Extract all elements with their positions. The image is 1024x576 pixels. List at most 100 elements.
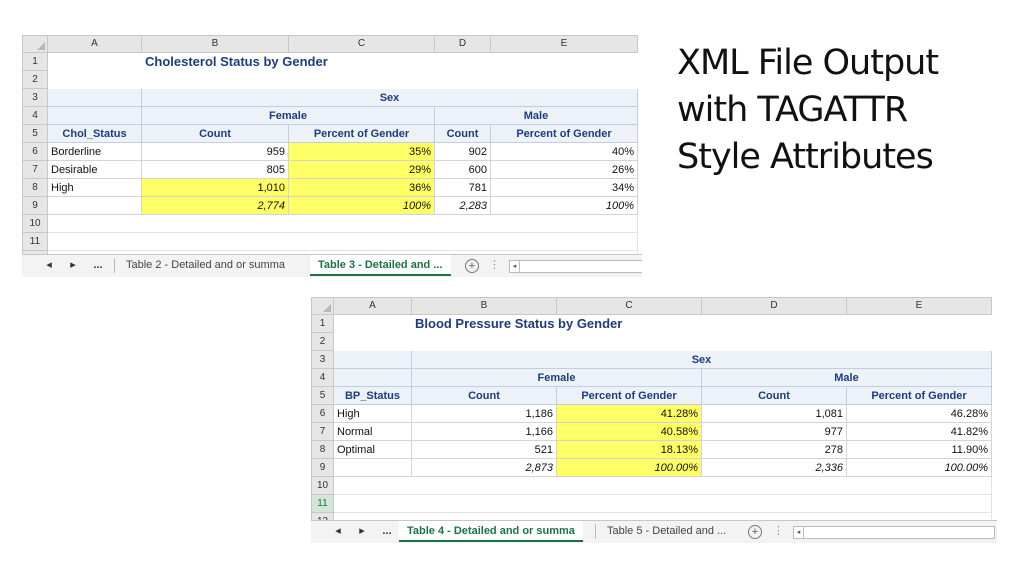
status-cell[interactable] [47,196,142,215]
column-header-c[interactable]: C [556,297,702,315]
more-sheets-button[interactable]: ... [88,255,108,276]
header-male[interactable]: Male [701,368,992,387]
horizontal-scrollbar[interactable]: ◂ [509,260,642,273]
status-cell[interactable]: Borderline [47,142,142,161]
row-header[interactable]: 9 [311,458,334,477]
female-total-pct[interactable]: 100% [288,196,435,215]
add-sheet-icon[interactable]: + [465,259,479,273]
tab-table-4[interactable]: Table 4 - Detailed and or summa [399,521,583,542]
row-header[interactable]: 8 [311,440,334,459]
row-header[interactable]: 2 [22,70,48,89]
male-count-cell[interactable]: 1,081 [701,404,847,423]
select-all-corner[interactable] [311,297,334,315]
column-header-a[interactable]: A [333,297,412,315]
male-total-pct[interactable]: 100.00% [846,458,992,477]
header-female-pct[interactable]: Percent of Gender [288,124,435,143]
male-pct-cell[interactable]: 41.82% [846,422,992,441]
header-cell[interactable] [47,88,142,107]
male-count-cell[interactable]: 977 [701,422,847,441]
cell[interactable] [333,494,992,513]
female-count-cell[interactable]: 805 [141,160,289,179]
column-header-c[interactable]: C [288,35,435,53]
female-pct-cell[interactable]: 36% [288,178,435,197]
cell[interactable] [47,214,638,233]
row-header[interactable]: 8 [22,178,48,197]
female-total-count[interactable]: 2,774 [141,196,289,215]
row-header[interactable]: 6 [22,142,48,161]
header-male-count[interactable]: Count [434,124,491,143]
female-pct-cell[interactable]: 40.58% [556,422,702,441]
header-female-pct[interactable]: Percent of Gender [556,386,702,405]
row-header[interactable]: 7 [22,160,48,179]
next-sheet-icon[interactable]: ▸ [66,255,80,276]
prev-sheet-icon[interactable]: ◂ [42,255,56,276]
male-total-count[interactable]: 2,283 [434,196,491,215]
header-status[interactable]: Chol_Status [47,124,142,143]
cell[interactable] [334,333,992,351]
female-pct-cell[interactable]: 35% [288,142,435,161]
cell[interactable] [47,232,638,251]
row-header[interactable]: 11 [22,232,48,251]
female-count-cell[interactable]: 1,166 [411,422,557,441]
table-title[interactable]: Blood Pressure Status by Gender [412,315,847,333]
status-cell[interactable]: Normal [333,422,412,441]
status-cell[interactable] [333,458,412,477]
female-pct-cell[interactable]: 18.13% [556,440,702,459]
row-header[interactable]: 1 [311,314,334,333]
header-female-count[interactable]: Count [141,124,289,143]
male-total-count[interactable]: 2,336 [701,458,847,477]
header-male[interactable]: Male [434,106,638,125]
select-all-corner[interactable] [22,35,48,53]
row-header[interactable]: 4 [22,106,48,125]
status-cell[interactable]: Desirable [47,160,142,179]
header-cell[interactable] [47,106,142,125]
status-cell[interactable]: Optimal [333,440,412,459]
male-count-cell[interactable]: 600 [434,160,491,179]
row-header[interactable]: 6 [311,404,334,423]
header-male-pct[interactable]: Percent of Gender [490,124,638,143]
column-header-d[interactable]: D [434,35,491,53]
next-sheet-icon[interactable]: ▸ [355,521,369,542]
male-count-cell[interactable]: 278 [701,440,847,459]
male-pct-cell[interactable]: 26% [490,160,638,179]
header-female[interactable]: Female [411,368,702,387]
cell[interactable] [333,476,992,495]
row-header[interactable]: 2 [311,332,334,351]
header-female-count[interactable]: Count [411,386,557,405]
add-sheet-icon[interactable]: + [748,525,762,539]
header-male-count[interactable]: Count [701,386,847,405]
more-sheets-button[interactable]: ... [377,521,397,542]
horizontal-scrollbar[interactable]: ◂ [793,526,995,539]
scroll-left-icon[interactable]: ◂ [794,527,804,538]
column-header-b[interactable]: B [141,35,289,53]
tab-table-5[interactable]: Table 5 - Detailed and ... [599,521,734,542]
row-header[interactable]: 7 [311,422,334,441]
female-total-count[interactable]: 2,873 [411,458,557,477]
row-header[interactable]: 10 [311,476,334,495]
female-count-cell[interactable]: 521 [411,440,557,459]
cell[interactable] [48,53,142,71]
header-status[interactable]: BP_Status [333,386,412,405]
header-male-pct[interactable]: Percent of Gender [846,386,992,405]
status-cell[interactable]: High [47,178,142,197]
cell[interactable] [334,315,412,333]
header-cell[interactable] [333,350,412,369]
column-header-d[interactable]: D [701,297,847,315]
row-header[interactable]: 9 [22,196,48,215]
female-pct-cell[interactable]: 29% [288,160,435,179]
row-header[interactable]: 5 [311,386,334,405]
row-header[interactable]: 1 [22,52,48,71]
male-pct-cell[interactable]: 40% [490,142,638,161]
female-pct-cell[interactable]: 41.28% [556,404,702,423]
scroll-left-icon[interactable]: ◂ [510,261,520,272]
male-count-cell[interactable]: 781 [434,178,491,197]
tab-table-3[interactable]: Table 3 - Detailed and ... [310,255,451,276]
header-female[interactable]: Female [141,106,435,125]
cell[interactable] [491,53,638,71]
splitter-icon[interactable]: ⋮ [773,521,784,542]
prev-sheet-icon[interactable]: ◂ [331,521,345,542]
row-header[interactable]: 4 [311,368,334,387]
header-cell[interactable] [333,368,412,387]
column-header-a[interactable]: A [47,35,142,53]
cell[interactable] [48,71,638,89]
